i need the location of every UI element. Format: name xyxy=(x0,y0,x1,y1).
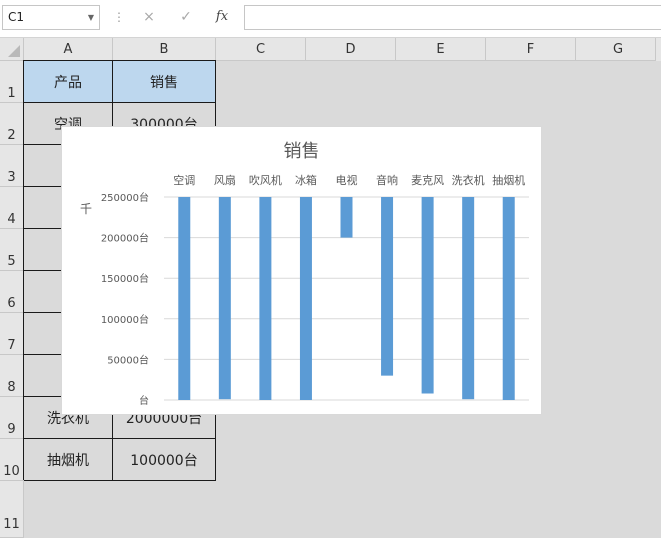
y-axis-label: 千 xyxy=(80,202,92,216)
row-header-6[interactable]: 6 xyxy=(0,271,24,313)
chart-bar xyxy=(299,197,312,400)
row-number: 7 xyxy=(7,338,16,353)
x-category-label: 电视 xyxy=(336,173,358,187)
row-number: 1 xyxy=(7,86,16,101)
chart-bar xyxy=(340,197,353,238)
row-number: 4 xyxy=(7,212,16,227)
column-header-g[interactable]: G xyxy=(576,38,661,61)
y-tick-label: 150000台 xyxy=(101,272,149,285)
sales-chart[interactable]: 销售 250000台 200000台 150000台 100000台 50000台台千空… xyxy=(61,126,542,415)
chart-bar xyxy=(218,197,231,400)
table-header-sales[interactable]: 销售 xyxy=(113,61,216,103)
table-header-product[interactable]: 产品 xyxy=(24,61,113,103)
row-number: 3 xyxy=(7,170,16,185)
chevron-down-icon[interactable]: ▼ xyxy=(88,6,94,29)
row-header-3[interactable]: 3 xyxy=(0,145,24,187)
formula-bar-grip-icon: ⋮ xyxy=(113,10,125,24)
x-category-label: 风扇 xyxy=(214,173,236,187)
row-number: 5 xyxy=(7,254,16,269)
row-header-9[interactable]: 9 xyxy=(0,397,24,439)
scroll-stub xyxy=(655,38,661,61)
x-category-label: 冰箱 xyxy=(295,173,317,187)
row-header-11[interactable]: 11 xyxy=(0,481,24,538)
row-number: 8 xyxy=(7,380,16,395)
x-category-label: 空调 xyxy=(173,173,195,187)
y-tick-label: 250000台 xyxy=(101,191,149,204)
select-all-triangle-icon xyxy=(8,45,20,57)
y-tick-label: 50000台 xyxy=(107,353,149,366)
row-header-8[interactable]: 8 xyxy=(0,355,24,397)
row-number: 6 xyxy=(7,296,16,311)
row-header-10[interactable]: 10 xyxy=(0,439,24,481)
name-box[interactable]: C1 ▼ xyxy=(2,5,100,30)
x-category-label: 吹风机 xyxy=(249,173,282,187)
name-box-value: C1 xyxy=(8,10,25,24)
chart-plot[interactable]: 250000台 200000台 150000台 100000台 50000台台 千 空调 风扇… xyxy=(62,127,543,416)
row-header-4[interactable]: 4 xyxy=(0,187,24,229)
column-header-d[interactable]: D xyxy=(306,38,396,61)
gridline xyxy=(24,522,661,523)
x-category-label: 抽烟机 xyxy=(492,173,525,187)
column-header-b[interactable]: B xyxy=(113,38,216,61)
row-number: 9 xyxy=(7,422,16,437)
chart-bar xyxy=(421,197,434,394)
chart-bar xyxy=(259,197,272,400)
x-category-label: 洗衣机 xyxy=(452,173,485,187)
chart-bar xyxy=(381,197,394,376)
column-header-c[interactable]: C xyxy=(216,38,306,61)
row-header-5[interactable]: 5 xyxy=(0,229,24,271)
x-category-label: 音响 xyxy=(376,173,398,187)
x-category-label: 麦克风 xyxy=(411,174,444,187)
formula-input[interactable] xyxy=(244,5,661,30)
chart-bar xyxy=(178,197,191,400)
row-header-1[interactable]: 1 xyxy=(0,61,24,103)
table-cell-sales[interactable]: 100000台 xyxy=(113,439,216,481)
table-cell-product[interactable]: 抽烟机 xyxy=(24,439,113,481)
y-tick-label: 台 xyxy=(139,394,149,407)
row-number: 10 xyxy=(3,464,20,479)
y-tick-label: 100000台 xyxy=(101,313,149,326)
cancel-icon[interactable]: × xyxy=(140,8,158,26)
insert-function-icon[interactable]: fx xyxy=(213,8,231,26)
chart-bar xyxy=(462,197,475,400)
gridline xyxy=(575,61,576,538)
row-header-2[interactable]: 2 xyxy=(0,103,24,145)
column-header-a[interactable]: A xyxy=(24,38,113,61)
select-all-button[interactable] xyxy=(0,38,24,61)
column-header-e[interactable]: E xyxy=(396,38,486,61)
y-tick-label: 200000台 xyxy=(101,232,149,245)
column-header-f[interactable]: F xyxy=(486,38,576,61)
enter-icon[interactable]: ✓ xyxy=(177,8,195,26)
row-number: 11 xyxy=(3,517,20,532)
chart-bar xyxy=(502,197,515,400)
row-header-7[interactable]: 7 xyxy=(0,313,24,355)
formula-bar: C1 ▼ ⋮ × ✓ fx xyxy=(0,0,661,38)
row-number: 2 xyxy=(7,128,16,143)
